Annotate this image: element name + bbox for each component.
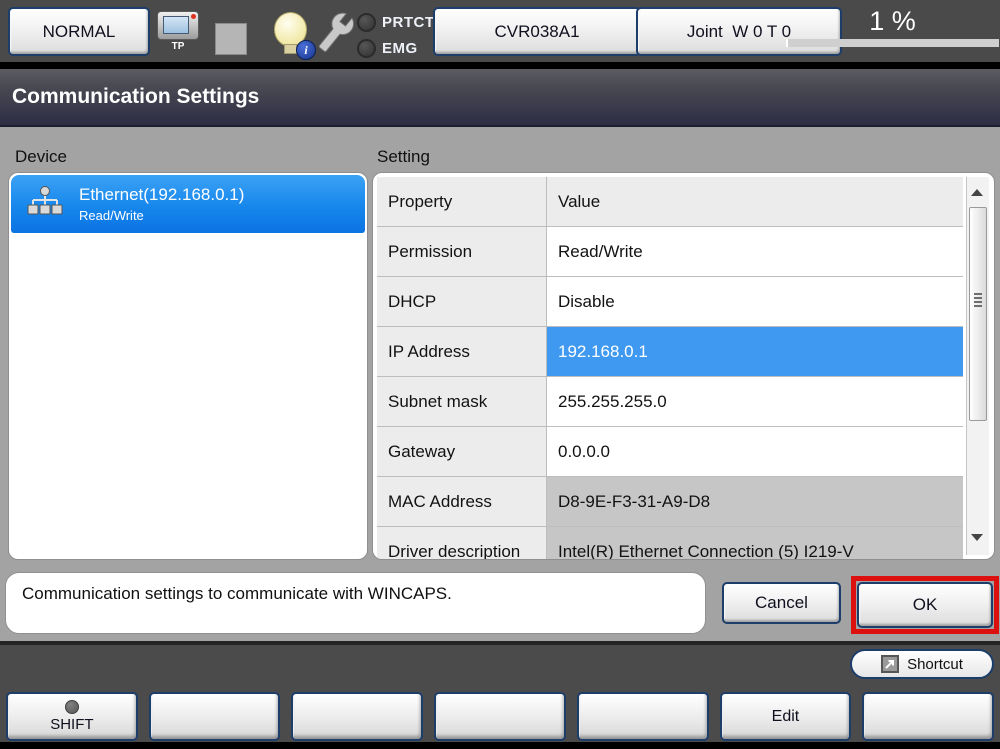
info-badge-icon: i: [296, 40, 316, 60]
setting-table-panel: Property Value Permission Read/Write DHC…: [372, 172, 995, 560]
emg-led-icon: [357, 39, 376, 58]
function-key-edit[interactable]: Edit: [719, 692, 852, 741]
shortcut-button-label: Shortcut: [907, 655, 963, 673]
table-row-subnet-mask: Subnet mask 255.255.255.0: [377, 377, 963, 427]
lamp-indicator: i: [272, 12, 318, 60]
row-property-label: Subnet mask: [377, 377, 547, 426]
speed-indicator: 1 %: [786, 5, 999, 47]
device-item-permission: Read/Write: [79, 208, 144, 223]
device-item-texts: Ethernet(192.168.0.1) Read/Write: [79, 185, 244, 223]
scroll-up-arrow-icon[interactable]: [971, 189, 983, 196]
scroll-down-arrow-icon[interactable]: [971, 534, 983, 541]
prtct-led-icon: [357, 13, 376, 32]
tp-screen: [163, 16, 189, 34]
table-row-permission: Permission Read/Write: [377, 227, 963, 277]
table-header-row: Property Value: [377, 177, 963, 227]
prtct-label: PRTCT: [382, 14, 435, 31]
row-value-cell-selected[interactable]: 192.168.0.1: [547, 327, 963, 376]
device-item-ethernet[interactable]: Ethernet(192.168.0.1) Read/Write: [11, 175, 365, 233]
tp-label: TP: [171, 41, 185, 52]
emg-indicator: EMG: [357, 39, 418, 58]
robot-name-button[interactable]: CVR038A1: [433, 7, 641, 56]
row-value-cell[interactable]: 255.255.255.0: [547, 377, 963, 426]
function-key-shift[interactable]: SHIFT: [6, 692, 138, 741]
function-key-5[interactable]: [576, 692, 709, 741]
column-header-value: Value: [547, 177, 963, 226]
function-key-2[interactable]: [148, 692, 281, 741]
title-bar: Communication Settings: [0, 69, 1000, 127]
teach-pendant-screen: NORMAL TP i PRTCT EMG CVR038A1 Joint W 0…: [0, 0, 1000, 749]
table-row-driver-description: Driver description Intel(R) Ethernet Con…: [377, 527, 963, 559]
function-key-3[interactable]: [291, 692, 424, 741]
ok-button[interactable]: OK: [857, 582, 993, 628]
function-key-7[interactable]: [862, 692, 995, 741]
setting-section-label: Setting: [377, 147, 430, 166]
bottom-bar: Shortcut SHIFT Edit: [0, 641, 1000, 749]
row-property-label: MAC Address: [377, 477, 547, 526]
row-property-label: Permission: [377, 227, 547, 276]
function-key-label: Edit: [771, 707, 800, 725]
device-item-name: Ethernet(192.168.0.1): [79, 185, 245, 204]
table-row-ip-address: IP Address 192.168.0.1: [377, 327, 963, 377]
device-list-panel: Ethernet(192.168.0.1) Read/Write: [8, 172, 368, 560]
row-value-cell-readonly: Intel(R) Ethernet Connection (5) I219-V: [547, 527, 963, 559]
shortcut-arrow-icon: [881, 655, 900, 673]
prtct-indicator: PRTCT: [357, 13, 435, 32]
ok-button-highlight: OK: [851, 576, 999, 634]
tp-indicator: TP: [155, 11, 201, 52]
shortcut-button[interactable]: Shortcut: [850, 649, 994, 679]
status-square-icon: [215, 23, 247, 55]
function-key-4[interactable]: [434, 692, 566, 741]
bottom-black-strip: [0, 742, 1000, 749]
table-row-gateway: Gateway 0.0.0.0: [377, 427, 963, 477]
table-scrollbar[interactable]: [966, 177, 989, 555]
row-value-cell[interactable]: Disable: [547, 277, 963, 326]
row-property-label: DHCP: [377, 277, 547, 326]
row-property-label: Gateway: [377, 427, 547, 476]
device-section-label: Device: [15, 147, 67, 166]
table-row-dhcp: DHCP Disable: [377, 277, 963, 327]
table-row-mac-address: MAC Address D8-9E-F3-31-A9-D8: [377, 477, 963, 527]
scrollbar-thumb[interactable]: [969, 207, 987, 421]
status-message-box: Communication settings to communicate wi…: [5, 572, 706, 634]
wrench-icon: [316, 8, 358, 58]
emg-label: EMG: [382, 40, 418, 57]
tp-power-dot: [191, 14, 196, 19]
row-property-label: Driver description: [377, 527, 547, 559]
column-header-property: Property: [377, 177, 547, 226]
status-message-text: Communication settings to communicate wi…: [22, 584, 452, 603]
teach-pendant-icon: [157, 11, 199, 40]
property-table: Property Value Permission Read/Write DHC…: [377, 177, 963, 559]
row-property-label: IP Address: [377, 327, 547, 376]
page-title: Communication Settings: [12, 85, 260, 108]
function-key-row: SHIFT Edit: [6, 692, 995, 741]
speed-progress-fill: [786, 39, 789, 47]
speed-progress-track: [786, 39, 999, 47]
row-value-cell[interactable]: Read/Write: [547, 227, 963, 276]
network-icon: [26, 186, 64, 222]
top-status-bar: NORMAL TP i PRTCT EMG CVR038A1 Joint W 0…: [0, 0, 1000, 69]
shift-led-icon: [64, 700, 79, 714]
speed-value: 1 %: [869, 6, 916, 36]
row-value-cell-readonly: D8-9E-F3-31-A9-D8: [547, 477, 963, 526]
cancel-button[interactable]: Cancel: [722, 582, 841, 624]
function-key-label: SHIFT: [50, 716, 94, 733]
mode-button[interactable]: NORMAL: [8, 7, 150, 56]
row-value-cell[interactable]: 0.0.0.0: [547, 427, 963, 476]
scrollbar-grip-icon: [974, 292, 982, 309]
